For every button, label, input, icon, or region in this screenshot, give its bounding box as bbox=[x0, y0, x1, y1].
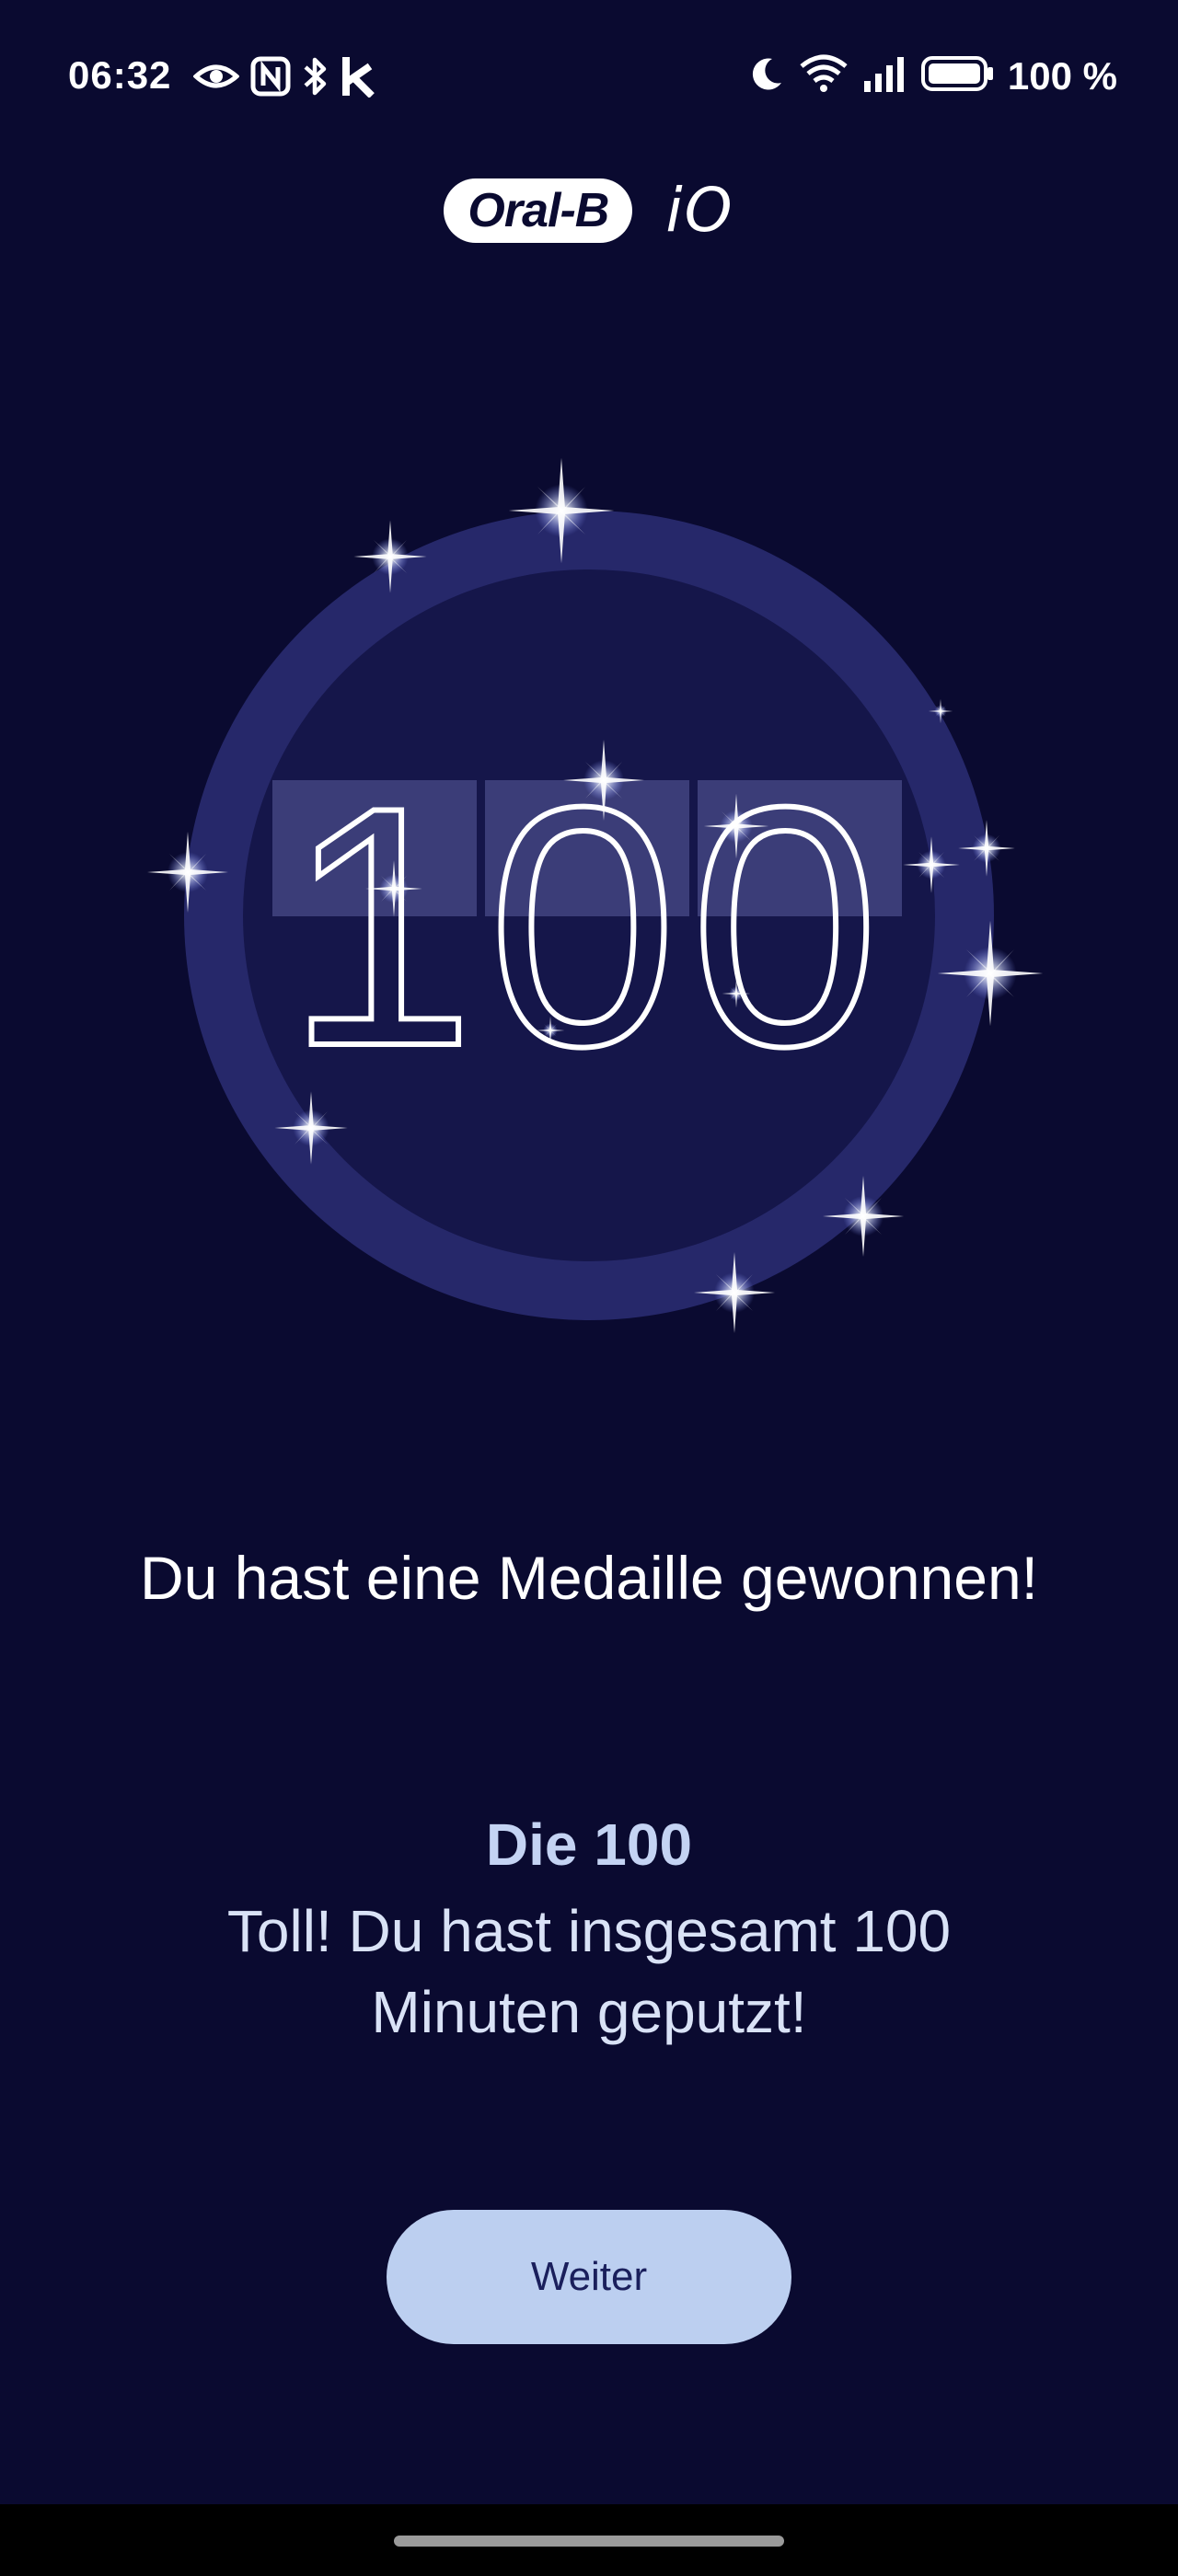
io-logo: iO bbox=[665, 175, 734, 246]
medal-badge: 100 bbox=[0, 442, 1178, 1362]
status-bar: 06:32 100 % bbox=[0, 0, 1178, 147]
home-indicator[interactable] bbox=[394, 2536, 784, 2547]
status-right: 100 % bbox=[748, 53, 1117, 98]
medal-description: Toll! Du hast insgesamt 100 Minuten gepu… bbox=[226, 1898, 952, 2045]
moon-icon bbox=[748, 55, 785, 97]
medal-number: 100 bbox=[285, 737, 892, 1117]
bluetooth-icon bbox=[302, 56, 329, 101]
next-button[interactable]: Weiter bbox=[387, 2210, 791, 2344]
wifi-icon bbox=[798, 53, 849, 98]
headline: Du hast eine Medaille gewonnen! bbox=[140, 1544, 1038, 1612]
status-left-icons bbox=[192, 55, 375, 102]
brand-logo: Oral-B iO bbox=[0, 175, 1178, 246]
battery-percentage: 100 % bbox=[1007, 53, 1117, 98]
oral-b-logo: Oral-B bbox=[444, 178, 633, 243]
medal-name: Die 100 bbox=[485, 1811, 693, 1878]
eye-icon bbox=[192, 58, 240, 99]
signal-icon bbox=[862, 55, 908, 97]
k-app-icon bbox=[341, 55, 375, 102]
status-time: 06:32 bbox=[68, 53, 172, 97]
battery-icon bbox=[920, 55, 995, 97]
nfc-icon bbox=[250, 56, 291, 101]
